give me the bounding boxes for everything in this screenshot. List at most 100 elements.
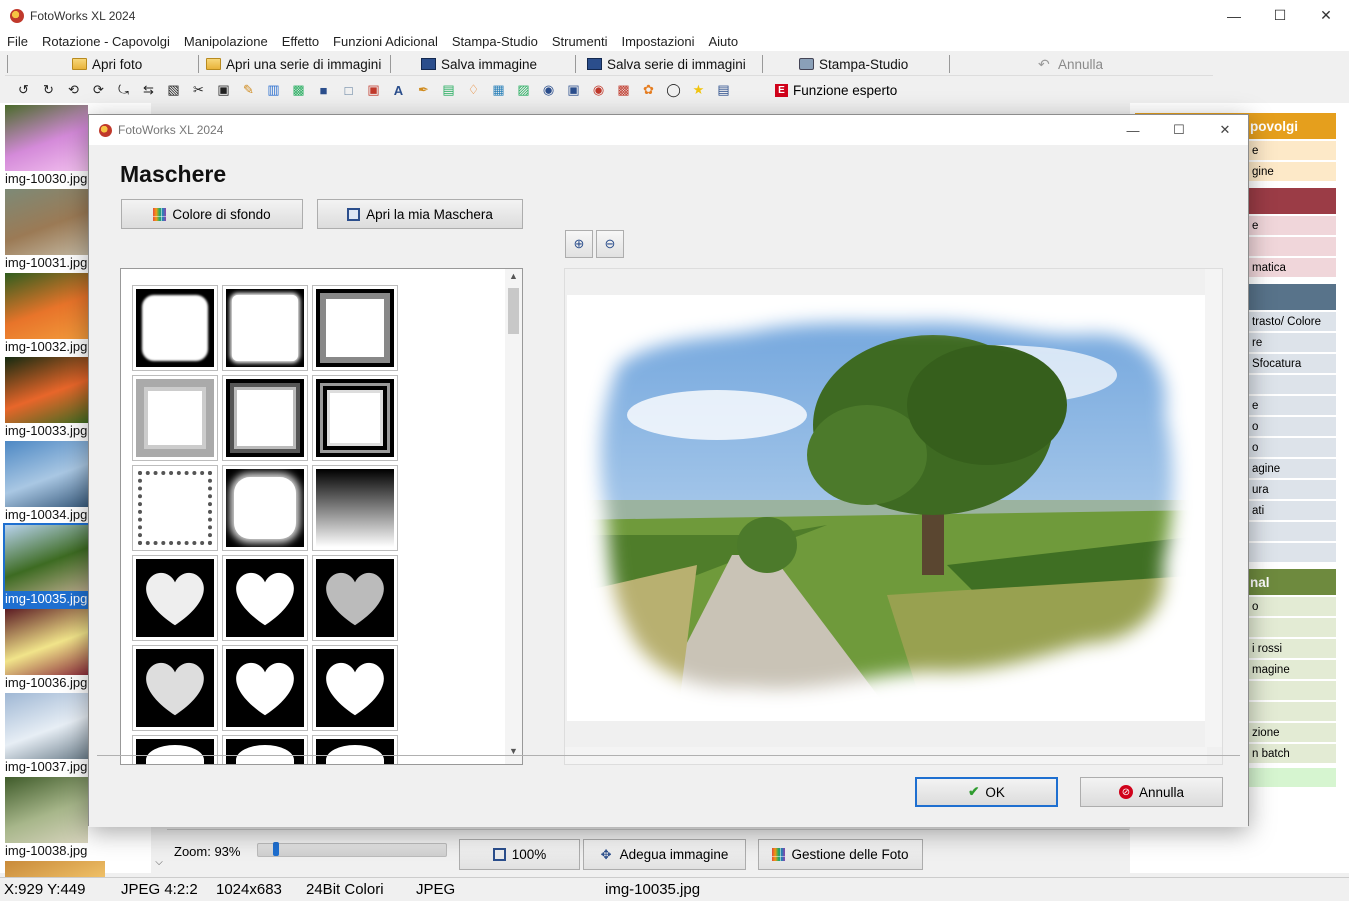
undo-button[interactable]: ↶ Annulla — [1038, 54, 1103, 74]
clipart-icon[interactable]: ✿ — [640, 82, 657, 99]
menu-rotate-flip[interactable]: Rotazione - Capovolgi — [42, 34, 170, 49]
levels-icon[interactable]: ▥ — [265, 82, 282, 99]
menu-settings[interactable]: Impostazioni — [621, 34, 694, 49]
mask-thumbnail[interactable] — [222, 375, 308, 461]
mask-thumbnail[interactable] — [222, 465, 308, 551]
minimize-button[interactable]: — — [1211, 0, 1257, 31]
cancel-button[interactable]: ⊘ Annulla — [1080, 777, 1223, 807]
menu-file[interactable]: File — [7, 34, 28, 49]
thumbnail-image[interactable] — [5, 357, 88, 423]
background-color-button[interactable]: Colore di sfondo — [121, 199, 303, 229]
thumbnail-filename[interactable]: img-10031.jpg — [5, 255, 87, 270]
mask-thumbnail[interactable] — [132, 735, 218, 764]
crop-icon[interactable]: ▣ — [215, 82, 232, 99]
thumbnail-image[interactable] — [5, 693, 88, 759]
dialog-minimize-button[interactable]: — — [1110, 115, 1156, 145]
star-icon[interactable]: ★ — [690, 82, 707, 99]
thumbnail-image[interactable] — [5, 105, 88, 171]
mask-thumbnail[interactable] — [312, 285, 398, 371]
mask-thumbnail[interactable] — [132, 465, 218, 551]
thumbnail-image[interactable] — [5, 273, 88, 339]
picture-icon[interactable]: ▣ — [365, 82, 382, 99]
scroll-thumb[interactable] — [508, 288, 519, 334]
zoom-100-button[interactable]: 100% — [459, 839, 580, 870]
text-icon[interactable]: A — [390, 82, 407, 99]
rotate-left-icon[interactable]: ↺ — [15, 82, 32, 99]
image-adjust-icon[interactable]: ▤ — [440, 82, 457, 99]
mask-thumbnail[interactable] — [312, 555, 398, 641]
effect-icon[interactable]: ◉ — [540, 82, 557, 99]
pencil-icon[interactable]: ✎ — [240, 82, 257, 99]
mask-thumbnail[interactable] — [222, 555, 308, 641]
thumbnail-filename[interactable]: img-10030.jpg — [5, 171, 87, 186]
mask-thumbnail[interactable] — [222, 735, 308, 764]
thumbnail-filename[interactable]: img-10034.jpg — [5, 507, 87, 522]
photo-manager-button[interactable]: Gestione delle Foto — [758, 839, 923, 870]
zoom-out-button[interactable]: ⊖ — [596, 230, 624, 258]
thumbnail-image[interactable] — [5, 777, 88, 843]
brush-icon[interactable]: ✒ — [415, 82, 432, 99]
mask-thumbnail[interactable] — [312, 645, 398, 731]
mask-thumbnail[interactable] — [312, 735, 398, 764]
batch-icon[interactable]: ▤ — [715, 82, 732, 99]
print-studio-button[interactable]: Stampa-Studio — [799, 54, 908, 74]
mask-thumbnail[interactable] — [132, 645, 218, 731]
open-photo-button[interactable]: Apri foto — [72, 54, 142, 74]
candle-icon[interactable]: ♢ — [465, 82, 482, 99]
thumbnail-image[interactable] — [5, 189, 88, 255]
thumbnail-image[interactable] — [5, 441, 88, 507]
thumbnail-filename[interactable]: img-10037.jpg — [5, 759, 87, 774]
thumbnail-filename[interactable]: img-10036.jpg — [5, 675, 87, 690]
mask-list-scrollbar[interactable]: ▲ ▼ — [505, 269, 522, 764]
perspective-icon[interactable]: ▧ — [165, 82, 182, 99]
menu-additional-functions[interactable]: Funzioni Adicional — [333, 34, 438, 49]
expert-mode-button[interactable]: E Funzione esperto — [775, 80, 897, 100]
dialog-close-button[interactable]: ✕ — [1202, 115, 1248, 145]
mask-thumbnail[interactable] — [132, 285, 218, 371]
thumbnail-filename[interactable]: img-10038.jpg — [5, 843, 87, 858]
collage-icon[interactable]: ▨ — [515, 82, 532, 99]
mask-thumbnail[interactable] — [312, 465, 398, 551]
image-insert-icon[interactable]: ▦ — [490, 82, 507, 99]
mask-thumbnail[interactable] — [132, 555, 218, 641]
ok-button[interactable]: ✔ OK — [915, 777, 1058, 807]
save-image-button[interactable]: Salva immagine — [421, 54, 537, 74]
mask-thumbnail[interactable] — [132, 375, 218, 461]
rotate-cw-icon[interactable]: ⟳ — [90, 82, 107, 99]
color-balance-icon[interactable]: ▩ — [290, 82, 307, 99]
flip-icon[interactable]: ⇆ — [140, 82, 157, 99]
open-my-mask-button[interactable]: Apri la mia Maschera — [317, 199, 523, 229]
menu-effect[interactable]: Effetto — [282, 34, 319, 49]
rotate-free-icon[interactable]: ⤿ — [115, 82, 132, 99]
scroll-up-icon[interactable]: ▲ — [505, 271, 522, 287]
rotate-ccw-icon[interactable]: ⟲ — [65, 82, 82, 99]
save-series-button[interactable]: Salva serie di immagini — [587, 54, 746, 74]
menu-tools[interactable]: Strumenti — [552, 34, 608, 49]
rotate-right-icon[interactable]: ↻ — [40, 82, 57, 99]
fit-image-button[interactable]: ✥ Adegua immagine — [583, 839, 746, 870]
photo-icon[interactable]: □ — [340, 82, 357, 99]
dialog-maximize-button[interactable]: ☐ — [1156, 115, 1202, 145]
picture-frame-icon[interactable]: ▩ — [615, 82, 632, 99]
zoom-slider[interactable] — [257, 842, 447, 857]
zoom-slider-thumb[interactable] — [273, 842, 279, 856]
thumbnail-image[interactable] — [5, 609, 88, 675]
thumbnail-image[interactable] — [5, 525, 88, 591]
thumbnail-filename[interactable]: img-10032.jpg — [5, 339, 87, 354]
zoom-in-button[interactable]: ⊕ — [565, 230, 593, 258]
mask-thumbnail[interactable] — [222, 645, 308, 731]
speech-bubble-icon[interactable]: ◯ — [665, 82, 682, 99]
scroll-down-icon[interactable]: ⌵ — [151, 857, 167, 873]
thumbnail-filename[interactable]: img-10033.jpg — [5, 423, 87, 438]
mask-thumbnail[interactable] — [312, 375, 398, 461]
mask-thumbnail[interactable] — [222, 285, 308, 371]
thumbnail-filename[interactable]: img-10035.jpg — [5, 591, 87, 606]
menu-print-studio[interactable]: Stampa-Studio — [452, 34, 538, 49]
cut-icon[interactable]: ✂ — [190, 82, 207, 99]
maximize-button[interactable]: ☐ — [1257, 0, 1303, 31]
preview-vertical-scrollbar[interactable] — [1205, 269, 1222, 747]
mask-icon[interactable]: ▣ — [565, 82, 582, 99]
menu-help[interactable]: Aiuto — [708, 34, 738, 49]
close-button[interactable]: ✕ — [1303, 0, 1349, 31]
open-series-button[interactable]: Apri una serie di immagini — [206, 54, 381, 74]
